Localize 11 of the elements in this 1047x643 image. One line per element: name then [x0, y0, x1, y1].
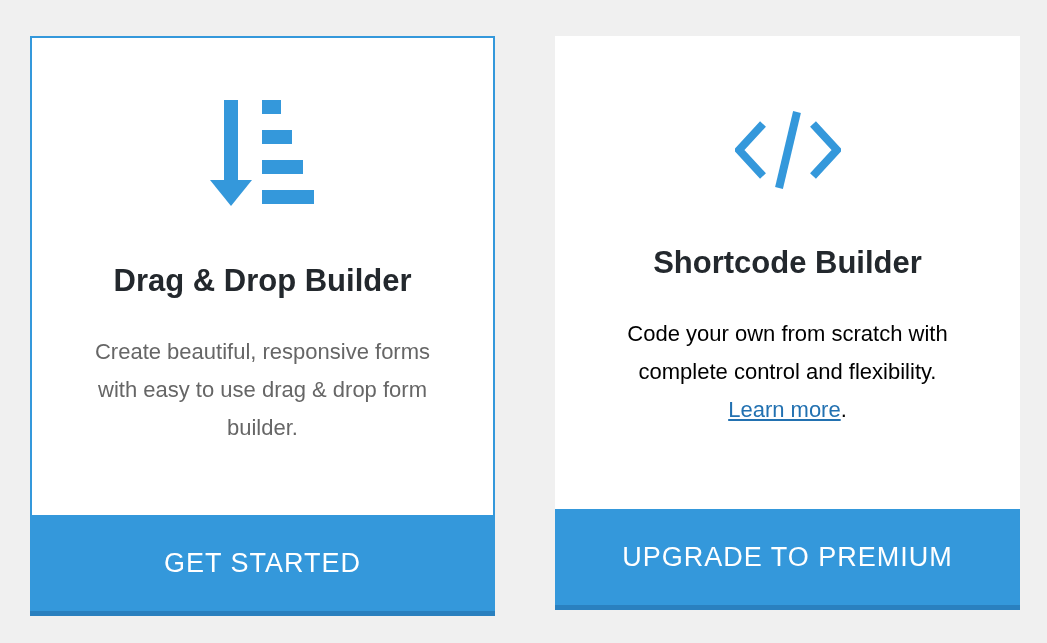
learn-more-link[interactable]: Learn more — [728, 396, 841, 422]
code-icon — [734, 110, 841, 190]
card-title: Shortcode Builder — [653, 244, 922, 282]
card-description: Create beautiful, responsive forms with easy to use drag & drop form builder. — [93, 337, 432, 442]
card-button[interactable]: GET STARTED — [30, 515, 495, 616]
card-description: Code your own from scratch with complete control and flexibility. Learn more. — [626, 319, 949, 424]
card[interactable]: Drag & Drop Builder Create beautiful, responsive forms with easy to use drag & drop form builder. GET STARTED — [30, 36, 495, 616]
card[interactable]: Shortcode Builder Code your own from scratch with complete control and flexibility. Learn more. UPGRADE TO PREMIUM — [555, 36, 1020, 610]
sort-descending-icon — [209, 100, 316, 208]
card-title: Drag & Drop Builder — [113, 262, 412, 300]
card-button[interactable]: UPGRADE TO PREMIUM — [555, 509, 1020, 610]
